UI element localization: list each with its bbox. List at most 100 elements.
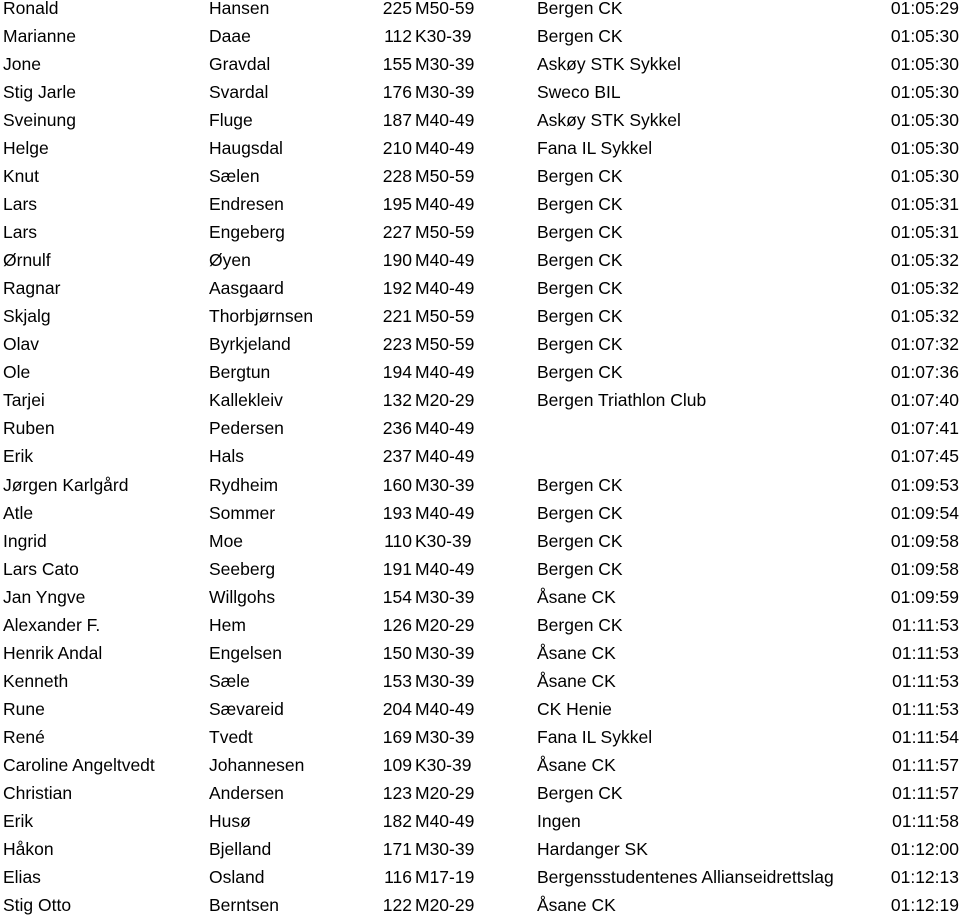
last-name-cell: Hals [209,446,245,467]
last-name-cell: Osland [209,866,265,887]
last-name-cell: Moe [209,530,244,551]
finish-time-cell: 01:12:13 [890,866,959,887]
age-class-cell: M30-39 [415,726,475,747]
last-name-cell: Sommer [209,502,276,523]
last-name-cell: Hem [209,614,246,635]
finish-time-cell: 01:05:30 [890,26,959,47]
bib-number-cell: 160 [382,474,412,495]
bib-number-cell: 116 [384,866,412,887]
bib-number-cell: 155 [382,54,412,75]
finish-time-cell: 01:05:32 [890,250,959,271]
finish-time-cell: 01:05:30 [890,54,959,75]
age-class-cell: M40-49 [415,110,475,131]
club-cell: Fana IL Sykkel [537,138,653,159]
age-class-cell: M40-49 [415,138,475,159]
last-name-cell: Rydheim [209,474,279,495]
club-cell: Bergen CK [537,306,623,327]
club-cell: Bergen CK [537,502,623,523]
club-cell: Bergen CK [537,0,623,18]
age-class-cell: M40-49 [415,362,475,383]
table-row: Marianne Daae 112 K30-39 Bergen CK 01:05:30 [0,22,960,50]
bib-number-cell: 182 [382,810,412,831]
club-cell: Hardanger SK [537,838,648,859]
first-name-cell: Stig Jarle [3,82,76,103]
club-cell: Åsane CK [537,586,616,607]
table-row: Skjalg Thorbjørnsen 221 M50-59 Bergen CK 01:0… [0,302,960,330]
age-class-cell: K30-39 [415,26,472,47]
table-row: Lars Cato Seeberg 191 M40-49 Bergen CK 01:09:… [0,555,960,583]
age-class-cell: M40-49 [415,194,475,215]
table-row: Olav Byrkjeland 223 M50-59 Bergen CK 01:07:32 [0,330,960,358]
club-cell: Bergen Triathlon Club [537,390,707,411]
first-name-cell: Ingrid [3,530,47,551]
last-name-cell: Seeberg [209,558,276,579]
first-name-cell: Ronald [3,0,59,18]
last-name-cell: Øyen [209,250,251,271]
first-name-cell: Håkon [3,838,54,859]
table-row: Håkon Bjelland 171 M30-39 Hardanger SK 01:12:… [0,835,960,863]
club-cell: Bergen CK [537,26,623,47]
first-name-cell: Skjalg [3,306,51,327]
table-row: Ingrid Moe 110 K30-39 Bergen CK 01:09:58 [0,527,960,555]
last-name-cell: Haugsdal [209,138,283,159]
table-row: Stig Otto Berntsen 122 M20-29 Åsane CK 01:12:… [0,891,960,919]
club-cell: Fana IL Sykkel [537,726,653,747]
last-name-cell: Pedersen [209,418,284,439]
first-name-cell: Sveinung [3,110,76,131]
last-name-cell: Thorbjørnsen [209,306,314,327]
bib-number-cell: 112 [384,26,412,47]
bib-number-cell: 192 [382,278,412,299]
club-cell: Sweco BIL [537,82,621,103]
finish-time-cell: 01:05:32 [890,278,959,299]
club-cell: Bergen CK [537,558,623,579]
table-row: Caroline Angeltvedt Johannesen 109 K30-39 Ås… [0,751,960,779]
club-cell: Bergen CK [537,250,623,271]
club-cell: Ingen [537,810,581,831]
club-cell: Askøy STK Sykkel [537,110,681,131]
table-row: Rune Sævareid 204 M40-49 CK Henie 01:11:53 [0,695,960,723]
finish-time-cell: 01:05:29 [890,0,959,18]
finish-time-cell: 01:05:31 [890,194,959,215]
age-class-cell: M50-59 [415,334,475,355]
last-name-cell: Andersen [209,782,284,803]
bib-number-cell: 195 [382,194,412,215]
age-class-cell: M50-59 [415,222,475,243]
last-name-cell: Engelsen [209,642,282,663]
first-name-cell: Ragnar [3,278,61,299]
club-cell: Bergensstudentenes Allianseidrettslag [537,866,834,887]
club-cell: Bergen CK [537,166,623,187]
club-cell: Åsane CK [537,670,616,691]
bib-number-cell: 126 [382,614,412,635]
table-row: Jone Gravdal 155 M30-39 Askøy STK Sykkel 01:0… [0,50,960,78]
club-cell: Bergen CK [537,474,623,495]
bib-number-cell: 169 [382,726,412,747]
club-cell: Åsane CK [537,642,616,663]
bib-number-cell: 176 [382,82,412,103]
table-row: Knut Sælen 228 M50-59 Bergen CK 01:05:30 [0,162,960,190]
table-row: Jørgen Karlgård Rydheim 160 M30-39 Bergen CK… [0,471,960,499]
age-class-cell: M20-29 [415,614,475,635]
bib-number-cell: 194 [382,362,412,383]
last-name-cell: Berntsen [209,894,280,915]
club-cell: Åsane CK [537,894,616,915]
age-class-cell: M30-39 [415,838,475,859]
last-name-cell: Kallekleiv [209,390,283,411]
table-row: Alexander F. Hem 126 M20-29 Bergen CK 01:11:5… [0,611,960,639]
finish-time-cell: 01:07:32 [890,334,959,355]
bib-number-cell: 237 [382,446,412,467]
table-row: Stig Jarle Svardal 176 M30-39 Sweco BIL 01:05… [0,78,960,106]
first-name-cell: Alexander F. [3,614,101,635]
table-row: René Tvedt 169 M30-39 Fana IL Sykkel 01:11:54 [0,723,960,751]
club-cell: Bergen CK [537,530,623,551]
last-name-cell: Aasgaard [209,278,284,299]
table-row: Helge Haugsdal 210 M40-49 Fana IL Sykkel 01:0… [0,134,960,162]
bib-number-cell: 228 [382,166,412,187]
bib-number-cell: 236 [382,418,412,439]
finish-time-cell: 01:05:30 [890,110,959,131]
finish-time-cell: 01:09:54 [890,502,959,523]
finish-time-cell: 01:07:36 [890,362,959,383]
first-name-cell: Ørnulf [3,250,51,271]
age-class-cell: M50-59 [415,166,475,187]
last-name-cell: Svardal [209,82,269,103]
finish-time-cell: 01:11:53 [892,670,959,691]
